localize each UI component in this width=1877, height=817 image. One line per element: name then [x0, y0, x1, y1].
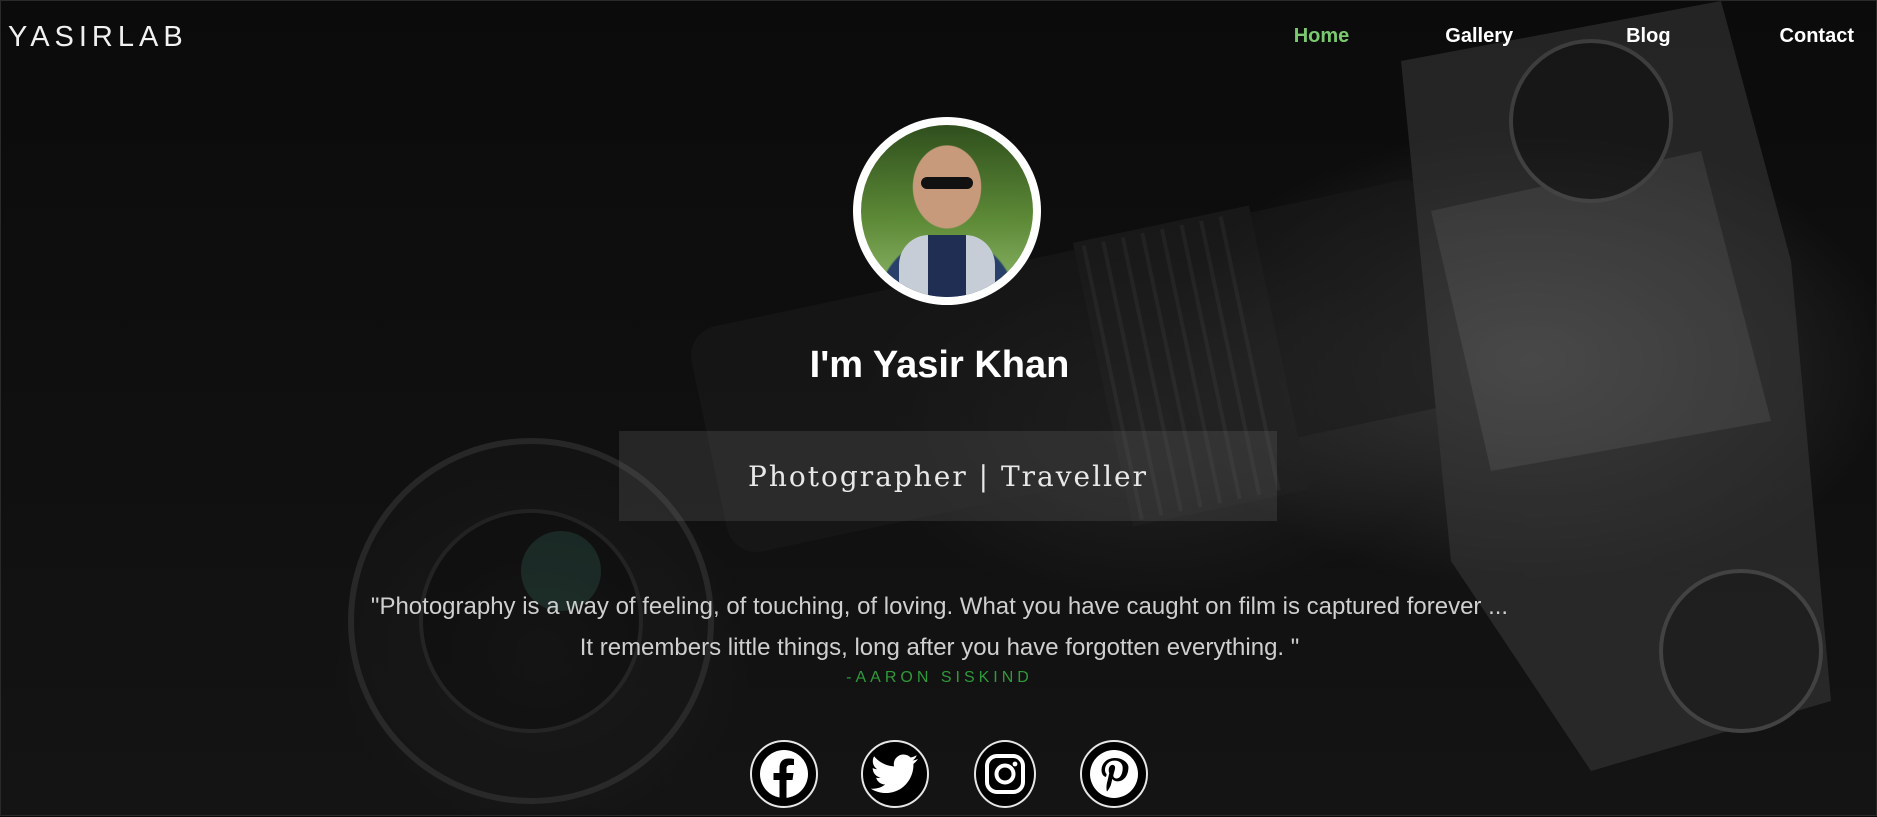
twitter-button[interactable]: [861, 740, 929, 808]
instagram-button[interactable]: [974, 740, 1036, 808]
site-logo[interactable]: YASIRLAB: [8, 21, 188, 54]
main-nav: Home Gallery Blog Contact: [1294, 25, 1854, 48]
role-text: Photographer | Traveller: [748, 459, 1148, 493]
pinterest-button[interactable]: [1080, 740, 1148, 808]
quote-author: -AARON SISKIND: [846, 669, 1033, 686]
quote: "Photography is a way of feeling, of tou…: [1, 586, 1877, 668]
nav-item-home[interactable]: Home: [1294, 25, 1350, 48]
nav-item-gallery[interactable]: Gallery: [1445, 25, 1513, 48]
instagram-icon: [985, 754, 1025, 794]
profile-photo: [861, 125, 1033, 297]
nav-item-blog[interactable]: Blog: [1626, 25, 1670, 48]
quote-line-2: It remembers little things, long after y…: [579, 634, 1300, 661]
nav-item-contact[interactable]: Contact: [1780, 25, 1854, 48]
quote-line-1: "Photography is a way of feeling, of tou…: [370, 593, 1509, 620]
pinterest-icon: [1090, 750, 1138, 798]
facebook-icon: [760, 750, 808, 798]
facebook-button[interactable]: [750, 740, 818, 808]
social-links: [1, 740, 1877, 808]
avatar: [853, 117, 1041, 305]
page-title: I'm Yasir Khan: [809, 344, 1070, 386]
hero-section: YASIRLAB Home Gallery Blog Contact I'm Y…: [0, 0, 1877, 816]
role-banner: Photographer | Traveller: [619, 431, 1277, 521]
twitter-icon: [871, 754, 918, 793]
